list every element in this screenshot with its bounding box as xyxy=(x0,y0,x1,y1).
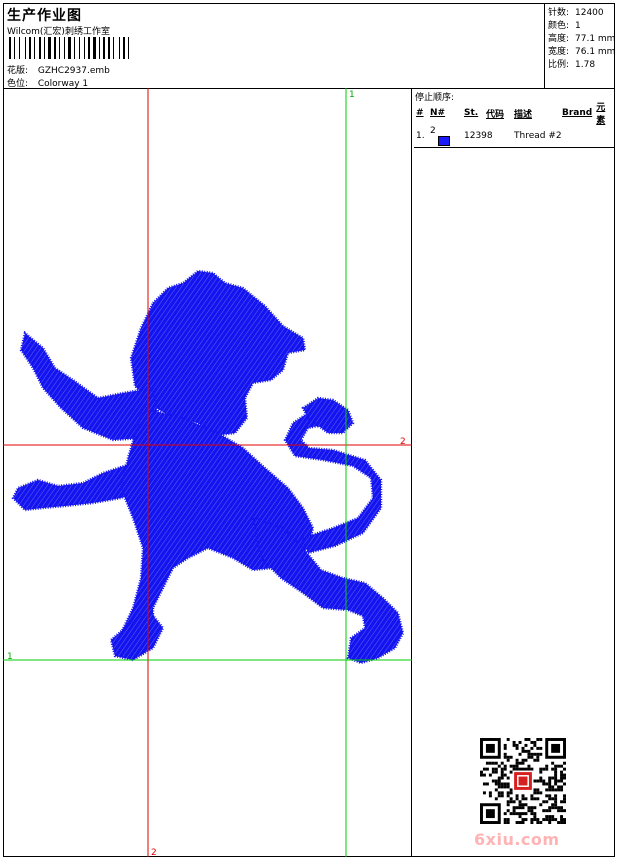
page-title: 生产作业图 xyxy=(7,8,82,24)
stat-width: 宽度: 76.1 mm xyxy=(548,44,615,57)
thread-color-swatch xyxy=(438,136,450,146)
guide-green-vertical-label: 1 xyxy=(349,90,355,100)
stat-label: 颜色: xyxy=(548,21,570,31)
stat-label: 针数: xyxy=(548,8,570,18)
stat-value: 12400 xyxy=(575,8,604,18)
barcode-bar xyxy=(88,37,90,59)
row-needle-number: 2 xyxy=(430,126,436,136)
guide-red-vertical-label: 2 xyxy=(151,848,157,857)
row-code: 12398 xyxy=(462,126,512,148)
barcode-bar xyxy=(19,37,20,59)
stat-label: 比例: xyxy=(548,60,570,70)
barcode-bar xyxy=(79,37,80,59)
col-description: 描述 xyxy=(514,109,533,120)
stat-label: 宽度: xyxy=(548,47,570,57)
sequence-header-row: # N# St. 代码 描述 Brand 元素 xyxy=(414,100,614,126)
design-label: 花版: xyxy=(7,66,29,76)
barcode-bar xyxy=(25,37,26,59)
barcode-bar xyxy=(68,37,71,59)
lion-embroidery xyxy=(11,269,405,665)
col-needle: N# xyxy=(430,108,446,118)
barcode-bar xyxy=(119,37,120,59)
stat-value: 1 xyxy=(575,21,581,31)
row-needle: 2 xyxy=(428,126,462,148)
watermark-text: 6xiu.com xyxy=(474,830,560,849)
guide-green-horizontal-label: 1 xyxy=(7,652,13,662)
barcode-bar xyxy=(39,37,41,59)
barcode-bar xyxy=(84,37,85,59)
barcode-bar xyxy=(93,37,96,59)
barcode-bar xyxy=(44,37,45,59)
barcode-bar xyxy=(64,37,65,59)
stop-sequence-panel: 停止顺序: # N# St. 代码 描述 Brand 元素 1. 2 12398… xyxy=(412,88,615,857)
barcode-bar xyxy=(29,37,31,59)
stat-value: 76.1 mm xyxy=(575,47,616,57)
barcode-bar xyxy=(128,37,129,59)
barcode xyxy=(9,37,155,59)
barcode-bar xyxy=(9,37,11,59)
stat-stitches: 针数: 12400 xyxy=(548,5,604,18)
stat-scale: 比例: 1.78 xyxy=(548,57,595,70)
guide-red-horizontal-label: 2 xyxy=(400,437,406,447)
row-index: 1. xyxy=(414,126,428,148)
embroidery-preview: 2 2 1 1 xyxy=(3,88,412,858)
barcode-bar xyxy=(74,37,75,59)
barcode-bar xyxy=(103,37,105,59)
design-file-row: 花版: GZHC2937.emb xyxy=(7,63,110,76)
barcode-bar xyxy=(113,37,114,59)
sequence-table: # N# St. 代码 描述 Brand 元素 1. 2 12398 Threa… xyxy=(414,100,614,148)
col-stitches: St. xyxy=(464,108,479,118)
stat-height: 高度: 77.1 mm xyxy=(548,31,615,44)
stat-colors: 颜色: 1 xyxy=(548,18,581,31)
barcode-bar xyxy=(59,37,60,59)
col-index: # xyxy=(416,108,424,118)
barcode-bar xyxy=(108,37,110,59)
qr-code xyxy=(480,738,566,824)
barcode-bar xyxy=(99,37,100,59)
barcode-bar xyxy=(123,37,125,59)
barcode-bar xyxy=(14,37,15,59)
design-value: GZHC2937.emb xyxy=(37,66,110,76)
design-canvas: 2 2 1 1 xyxy=(3,88,412,858)
header: 生产作业图 Wilcom(汇宏)刺绣工作室 花版: GZHC2937.emb 色… xyxy=(3,3,615,89)
sequence-row: 1. 2 12398 Thread #2 xyxy=(414,126,614,148)
barcode-bar xyxy=(34,37,35,59)
company-name: Wilcom(汇宏)刺绣工作室 xyxy=(7,27,110,37)
col-code: 代码 xyxy=(486,109,505,120)
col-element: 元素 xyxy=(596,103,606,126)
stat-value: 77.1 mm xyxy=(575,34,616,44)
stat-label: 高度: xyxy=(548,34,570,44)
row-description: Thread #2 xyxy=(512,126,614,148)
stat-value: 1.78 xyxy=(575,60,596,70)
col-brand: Brand xyxy=(562,108,593,118)
stats-panel: 针数: 12400 颜色: 1 高度: 77.1 mm 宽度: 76.1 mm 比例: 1… xyxy=(544,3,615,89)
barcode-bar xyxy=(48,37,51,59)
barcode-bar xyxy=(54,37,56,59)
